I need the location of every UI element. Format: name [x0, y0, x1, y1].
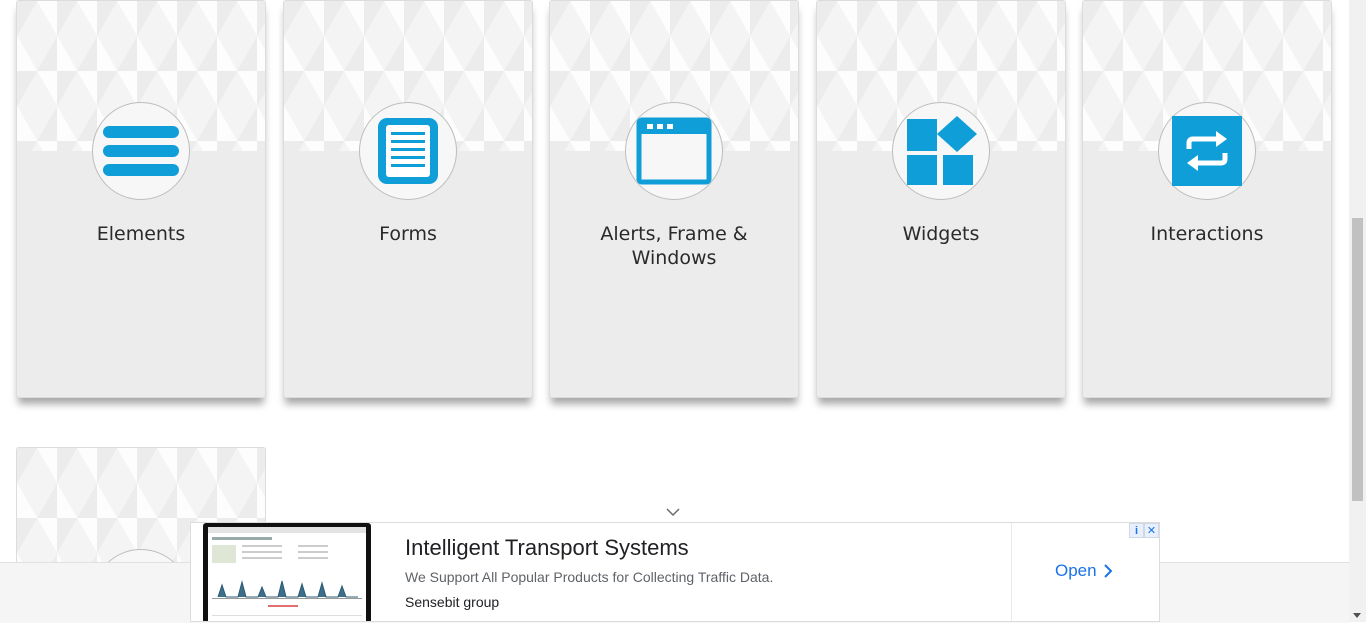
card-avatar: [359, 102, 457, 200]
card-alerts-frame-windows[interactable]: Alerts, Frame & Windows: [549, 0, 799, 398]
ad-open-button[interactable]: Open: [1055, 561, 1113, 581]
close-icon[interactable]: ✕: [1144, 523, 1159, 538]
card-avatar: [1158, 102, 1256, 200]
card-title: Widgets: [902, 223, 980, 245]
card-title: Elements: [96, 223, 186, 245]
ad-banner[interactable]: Intelligent Transport Systems We Support…: [190, 522, 1160, 622]
card-title: Alerts, Frame &: [600, 223, 748, 245]
ad-headline[interactable]: Intelligent Transport Systems: [405, 535, 689, 561]
document-form-icon: [378, 118, 438, 184]
chart-thumbnail-icon: [208, 527, 366, 616]
widgets-blocks-icon: [907, 116, 977, 185]
card-title: Interactions: [1150, 223, 1264, 245]
card-title-line2: Windows: [631, 247, 717, 269]
card-forms[interactable]: Forms: [283, 0, 533, 398]
ad-image[interactable]: [203, 523, 371, 621]
chevron-right-icon: [1103, 564, 1113, 578]
ad-divider: [1011, 523, 1012, 621]
scrollbar-thumb[interactable]: [1352, 218, 1363, 501]
card-title: Forms: [379, 223, 437, 245]
swap-arrows-icon: [1172, 116, 1242, 186]
ad-open-label: Open: [1055, 561, 1097, 580]
ad-badges: i ✕: [1129, 523, 1159, 538]
ad-image-screen: [208, 527, 366, 621]
scroll-down-arrow-icon[interactable]: [1353, 613, 1361, 618]
info-icon[interactable]: i: [1129, 523, 1144, 538]
chevron-down-icon[interactable]: [666, 506, 680, 518]
card-interactions[interactable]: Interactions: [1082, 0, 1332, 398]
card-elements[interactable]: Elements: [16, 0, 266, 398]
browser-window-icon: [636, 117, 712, 185]
card-avatar: [892, 102, 990, 200]
ad-description: We Support All Popular Products for Coll…: [405, 569, 774, 585]
scrollbar[interactable]: [1349, 0, 1366, 622]
hamburger-list-icon: [103, 126, 179, 176]
card-avatar: [92, 102, 190, 200]
ad-brand: Sensebit group: [405, 594, 500, 610]
card-widgets[interactable]: Widgets: [816, 0, 1066, 398]
card-avatar: [625, 102, 723, 200]
